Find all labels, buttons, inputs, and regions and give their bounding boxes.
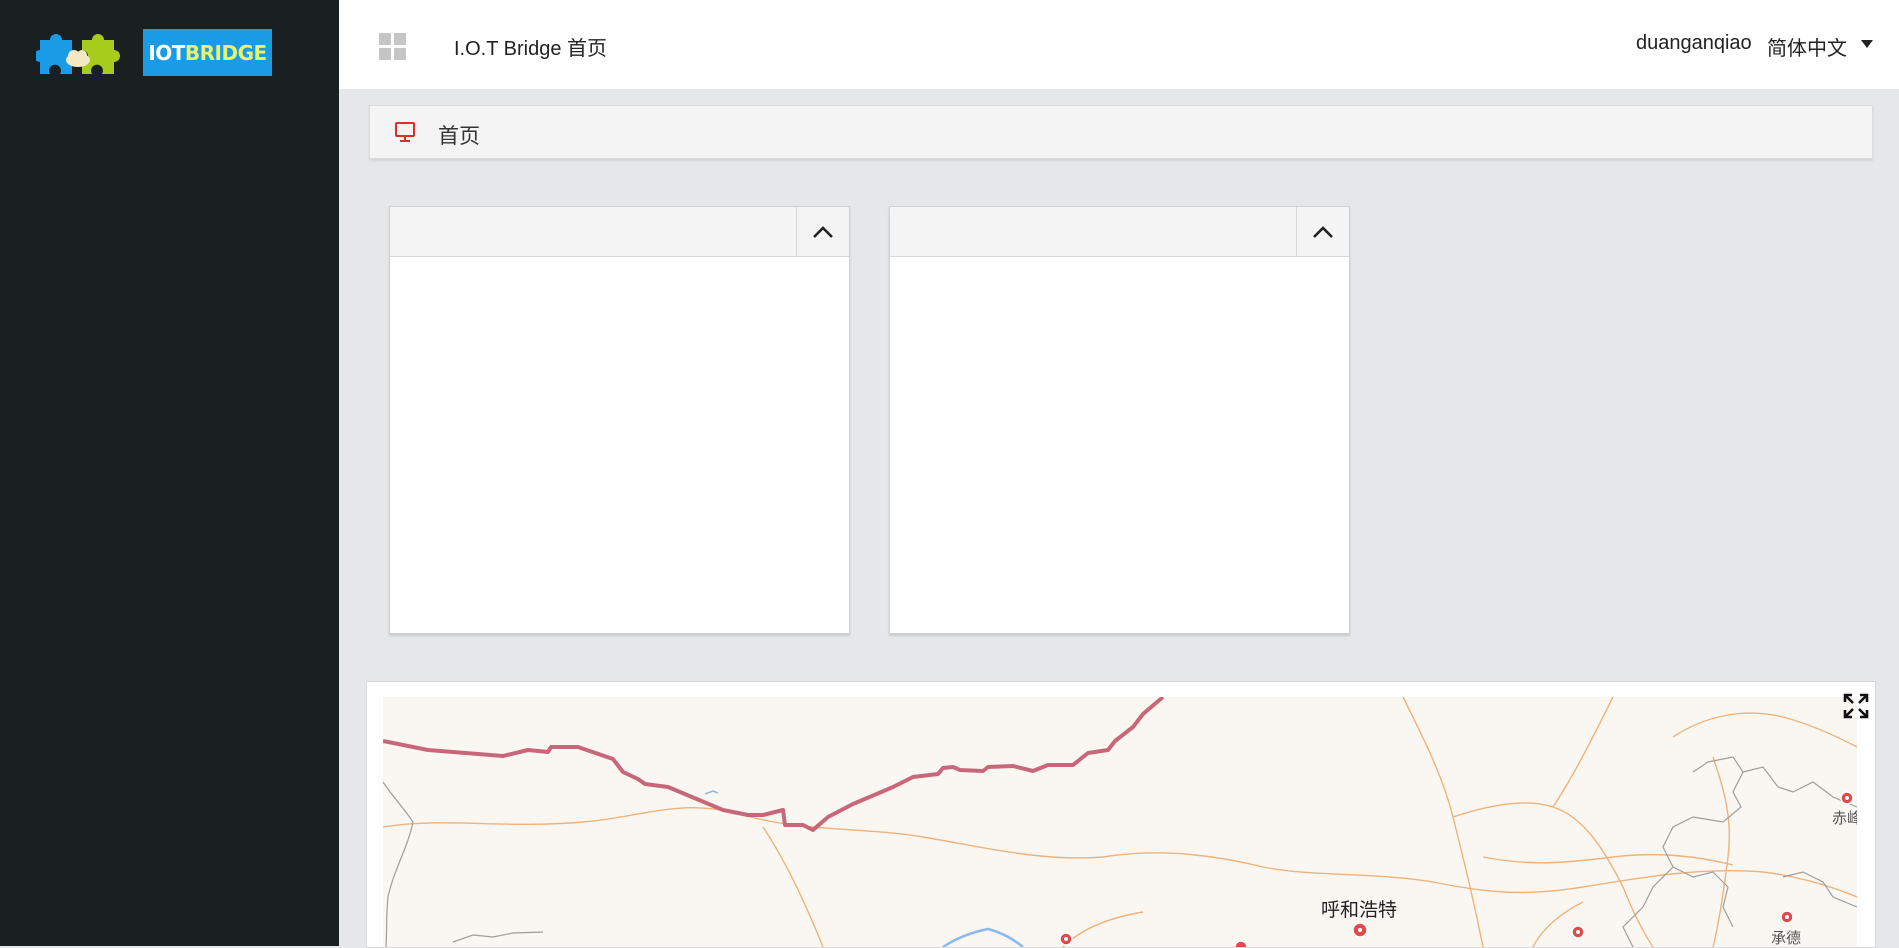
monitor-icon: [395, 122, 415, 142]
brand-name-part2: BRIDGE: [184, 40, 267, 65]
collapse-button[interactable]: [796, 207, 849, 256]
top-header: I.O.T Bridge 首页 duanganqiao 简体中文: [339, 0, 1899, 89]
chevron-up-icon: [813, 225, 833, 238]
widget-panel-2: [889, 206, 1350, 634]
map-layer: [383, 697, 1857, 947]
breadcrumb: 首页: [369, 105, 1873, 159]
map-city-label: 呼和浩特: [1321, 899, 1398, 921]
caret-down-icon[interactable]: [1861, 40, 1873, 48]
chevron-up-icon: [1313, 225, 1333, 238]
brand-logo[interactable]: IOT BRIDGE: [34, 26, 272, 78]
puzzle-logo-icon: [34, 34, 120, 74]
fullscreen-icon[interactable]: [1842, 692, 1870, 720]
language-selector[interactable]: 简体中文: [1767, 32, 1847, 61]
widget-panel-1: [389, 206, 850, 634]
map-city-label: 承德: [1771, 929, 1802, 947]
collapse-button[interactable]: [1296, 207, 1349, 256]
brand-name-part1: IOT: [148, 40, 185, 65]
app-title: I.O.T Bridge 首页: [454, 38, 608, 60]
map-canvas[interactable]: 呼和浩特 赤峰 承德: [383, 697, 1857, 947]
sidebar: IOT BRIDGE: [0, 0, 339, 946]
panel-header: [890, 207, 1349, 257]
grid-icon[interactable]: [379, 33, 407, 61]
map-card: 呼和浩特 赤峰 承德: [366, 681, 1876, 948]
map-city-label: 赤峰: [1832, 809, 1857, 827]
breadcrumb-home[interactable]: 首页: [438, 120, 480, 150]
brand-name: IOT BRIDGE: [143, 29, 272, 76]
user-menu[interactable]: duanganqiao: [1636, 32, 1752, 55]
panel-header: [390, 207, 849, 257]
